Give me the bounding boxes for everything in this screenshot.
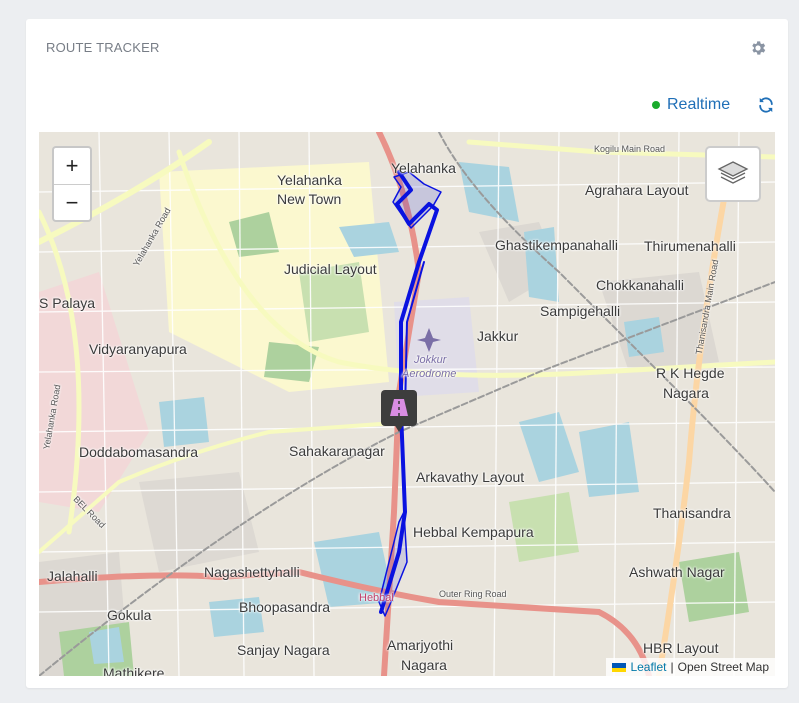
- leaflet-link[interactable]: Leaflet: [630, 660, 666, 674]
- map-label: Arkavathy Layout: [416, 469, 525, 485]
- zoom-out-button[interactable]: −: [54, 185, 90, 221]
- tile-source-label: Open Street Map: [677, 660, 769, 674]
- map-label: Mathikere: [103, 665, 165, 676]
- map-label: Outer Ring Road: [439, 589, 507, 599]
- map-label: Doddabomasandra: [79, 444, 199, 460]
- map-label: Kogilu Main Road: [594, 144, 666, 154]
- map-label: Sahakaranagar: [289, 443, 385, 459]
- road-icon: [390, 399, 408, 416]
- realtime-status-dot: [652, 101, 660, 109]
- realtime-label: Realtime: [667, 96, 731, 113]
- map-label: Judicial Layout: [284, 261, 377, 277]
- map-label: R K Hegde: [656, 365, 725, 381]
- map-view[interactable]: Yelahanka Yelahanka New Town Kogilu Main…: [39, 132, 775, 676]
- zoom-in-button[interactable]: +: [54, 148, 90, 185]
- map-label: Sanjay Nagara: [237, 642, 330, 658]
- map-label: Bhoopasandra: [239, 599, 331, 615]
- map-label: Aerodrome: [402, 368, 457, 380]
- map-label: Hebbal Kempapura: [413, 524, 534, 540]
- attribution-separator: |: [670, 660, 674, 674]
- map-label: Nagara: [401, 657, 447, 673]
- map-label: Yelahanka: [277, 172, 342, 188]
- vehicle-marker[interactable]: [381, 390, 417, 432]
- map-label: Jalahalli: [47, 568, 98, 584]
- map-label: Amarjyothi: [387, 637, 454, 653]
- map-label: Hebbal: [359, 592, 394, 604]
- route-tracker-card: ROUTE TRACKER Realtime Yelahanka Yelahan…: [26, 19, 788, 688]
- map-label: Nagashettyhalli: [204, 564, 300, 580]
- map-label: HBR Layout: [643, 640, 719, 656]
- refresh-icon[interactable]: [756, 95, 776, 115]
- map-label: New Town: [277, 191, 342, 207]
- map-label: Thanisandra: [653, 505, 731, 521]
- realtime-toggle[interactable]: Realtime: [652, 96, 730, 114]
- map-label: Jakkur: [477, 328, 519, 344]
- map-attribution: Leaflet | Open Street Map: [606, 658, 775, 676]
- map-label: Gokula: [107, 607, 152, 623]
- layers-icon: [717, 161, 749, 184]
- map-label: Agrahara Layout: [585, 182, 689, 198]
- ukraine-flag-icon: [612, 662, 627, 672]
- zoom-control: + −: [52, 146, 92, 222]
- map-label: Jokkur: [414, 354, 447, 366]
- card-title: ROUTE TRACKER: [46, 40, 160, 55]
- map-label: Nagara: [663, 385, 709, 401]
- map-label: Ashwath Nagar: [629, 564, 725, 580]
- layers-button[interactable]: [705, 146, 761, 202]
- gear-icon[interactable]: [749, 39, 767, 57]
- map-label: Thirumenahalli: [644, 238, 736, 254]
- map-label: Ghastikempanahalli: [495, 237, 618, 253]
- map-label: Vidyaranyapura: [89, 341, 187, 357]
- map-label: Yelahanka: [391, 160, 456, 176]
- map-label: S Palaya: [39, 295, 96, 311]
- map-label: Chokkanahalli: [596, 277, 684, 293]
- map-label: Sampigehalli: [540, 303, 621, 319]
